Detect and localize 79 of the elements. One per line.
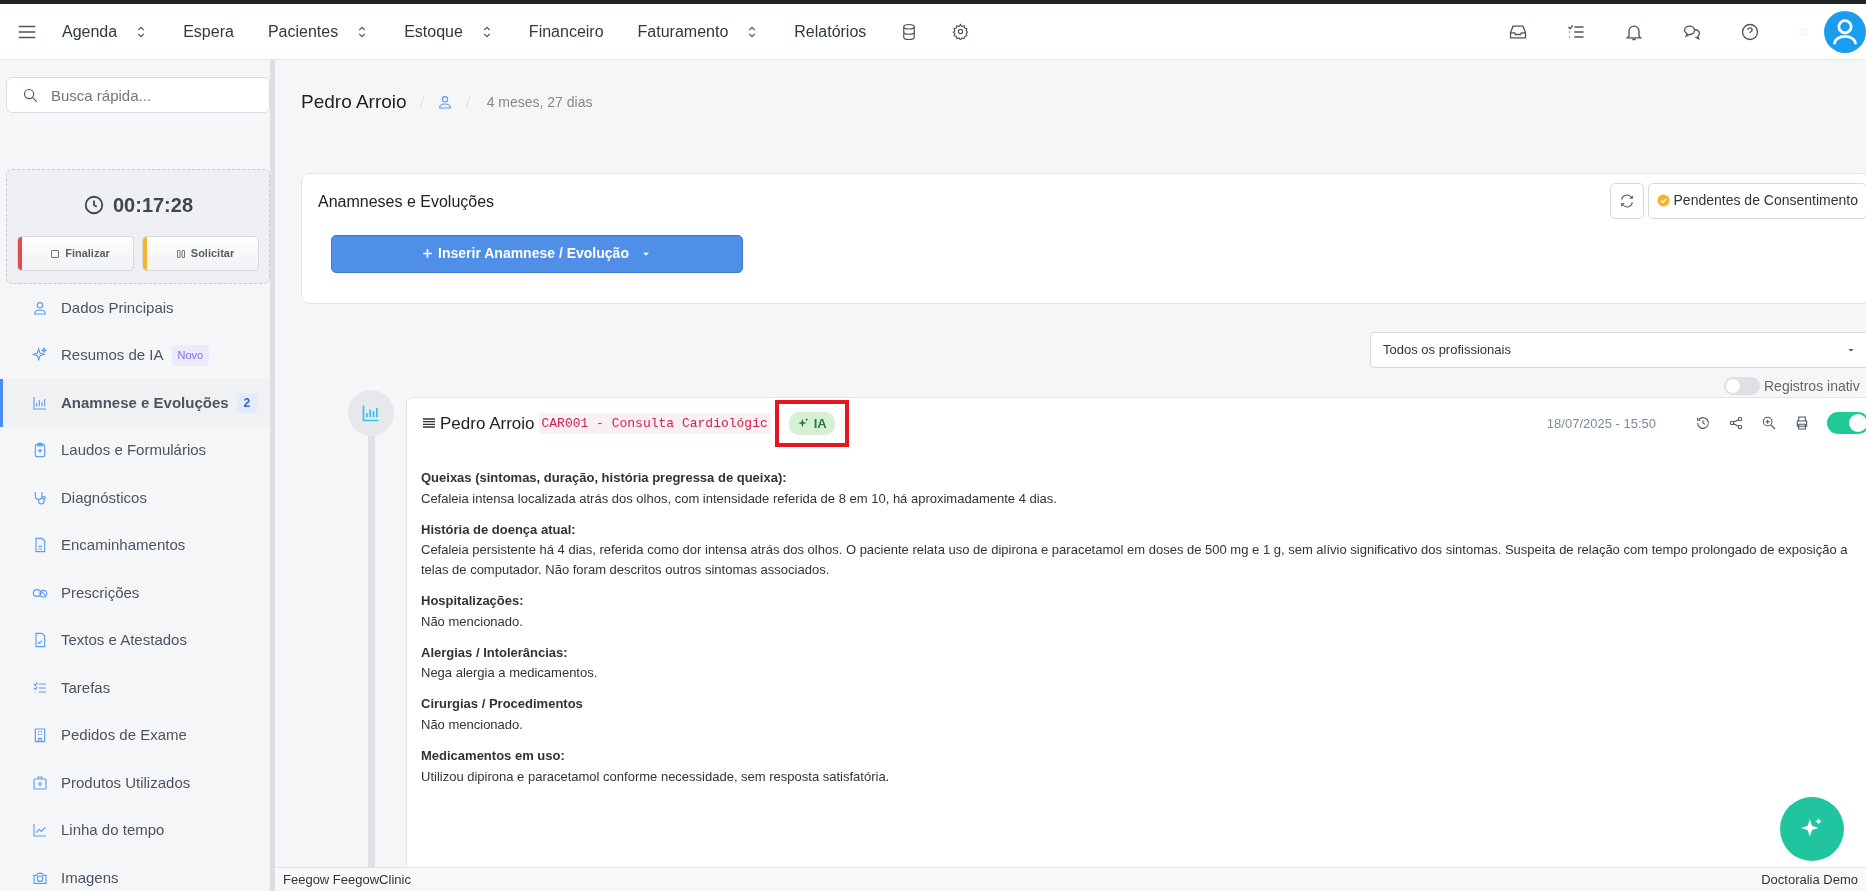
zoom-in-icon[interactable] (1761, 415, 1777, 432)
sidebar-item[interactable]: Laudos e Formulários (0, 426, 270, 474)
patient-age: 4 meses, 27 dias (486, 92, 593, 112)
help-icon[interactable] (1740, 21, 1760, 42)
footer-text: Doctoralia Demo (1761, 870, 1858, 889)
sidebar-item[interactable]: Tarefas (0, 664, 270, 712)
nav-link[interactable]: Agenda (62, 19, 150, 44)
document-icon (32, 632, 48, 649)
share-icon[interactable] (1728, 415, 1744, 432)
print-icon[interactable] (1794, 415, 1810, 432)
search-field[interactable]: Busca rápida... (6, 77, 270, 113)
nav-link[interactable]: Espera (183, 19, 234, 44)
bar-chart-icon (32, 394, 48, 411)
person-icon (32, 299, 48, 316)
timer-button[interactable]: Finalizar (17, 236, 134, 271)
sidebar-item[interactable]: Prescrições (0, 569, 270, 617)
sidebar-item[interactable]: Dados Principais (0, 284, 270, 332)
toggle-switch[interactable] (1724, 377, 1760, 395)
professional-select[interactable]: Todos os profissionais (1370, 331, 1866, 368)
nav-link[interactable]: Pacientes (267, 19, 371, 44)
medkit-icon (32, 774, 48, 791)
document-icon (32, 537, 48, 554)
timer-text: 00:17:28 (112, 193, 194, 218)
section-heading: Hospitalizações: (421, 593, 525, 609)
person-icon[interactable] (436, 94, 453, 111)
section-text: Cefaleia intensa localizada atrás dos olhos, com intensidade referida de 8 em 10, há aproximadamente 4 dias. (421, 489, 1058, 508)
line-chart-icon (32, 822, 48, 839)
section-heading: História de doença atual: (421, 521, 577, 538)
section-heading: Medicamentos em uso: (421, 747, 566, 764)
settings-icon[interactable] (952, 23, 970, 40)
clipboard-icon (32, 442, 48, 459)
sparkle-icon (32, 347, 48, 364)
sidebar-item[interactable]: Diagnósticos (0, 474, 270, 522)
square-icon (49, 247, 62, 260)
section-heading: Queixas (sintomas, duração, história pregressa de queixa): (421, 470, 788, 486)
sidebar-item[interactable]: Imagens (0, 854, 270, 891)
nav-link[interactable]: Estoque (404, 19, 495, 44)
count-badge: 2 (236, 392, 258, 413)
sidebar-item[interactable]: Encaminhamentos (0, 521, 270, 569)
timer-button[interactable]: Solicitar (142, 236, 259, 271)
nav-link[interactable]: Financeiro (528, 19, 604, 44)
section-text: Cefaleia persistente há 4 dias, referida como dor intensa atrás dos olhos. O paciente relata uso de dipirona e paracetamol em doses de 500 mg e 1 g, sem alívio significativo dos sintomas. Suspeita de relação com tempo prolongado de exposição a telas de computador. Não foram descritos outros sintomas associados. (421, 541, 1849, 580)
sidebar-item[interactable]: Anamnese e Evoluções 2 (0, 379, 270, 427)
search-icon (22, 87, 39, 104)
sidebar-item[interactable]: Pedidos de Exame (0, 711, 270, 759)
refresh-button[interactable] (1609, 182, 1644, 219)
sidebar-item[interactable]: Textos e Atestados (0, 616, 270, 664)
patient-name: Pedro Arroio (301, 90, 407, 114)
sidebar-item[interactable]: Resumos de IA Novo (0, 331, 270, 379)
section-text: Não mencionado. (421, 715, 524, 734)
avatar-icon[interactable] (1824, 10, 1866, 53)
section-text: Nega alergia a medicamentos. (421, 664, 599, 683)
plus-icon (421, 247, 435, 260)
procedure-code: CAR001 - Consulta Cardiológic (538, 412, 771, 434)
clock-icon (82, 194, 105, 216)
nav-link[interactable]: Relatórios (794, 19, 867, 44)
refresh-icon (1618, 193, 1635, 210)
building-icon (32, 727, 48, 744)
ai-badge: IA (788, 411, 835, 435)
section-heading: Cirurgias / Procedimentos (421, 696, 584, 712)
check-icon (1656, 194, 1670, 207)
section-text: Utilizou dipirona e paracetamol conforme necessidade, sem resposta satisfatória. (421, 767, 891, 786)
section-heading: Alergias / Intolerâncias: (421, 644, 569, 661)
toggle-switch[interactable] (1827, 412, 1866, 435)
pause-icon (174, 247, 187, 260)
toggle-label: Registros inativ (1764, 376, 1860, 396)
sidebar-item[interactable]: Linha do tempo (0, 806, 270, 854)
nav-link[interactable]: Faturamento (637, 19, 761, 44)
panel-title: Anamneses e Evoluções (318, 191, 495, 212)
history-icon[interactable] (1695, 415, 1711, 432)
consent-button[interactable]: Pendentes de Consentimento (1647, 182, 1866, 219)
sparkle-icon (796, 416, 810, 430)
new-tag: Novo (171, 345, 210, 366)
sidebar-item[interactable]: Produtos Utilizados (0, 759, 270, 807)
record-author: Pedro Arroio (440, 412, 535, 435)
footer-text: Feegow FeegowClinic (283, 870, 411, 889)
stethoscope-icon (32, 489, 48, 506)
section-text: Não mencionado. (421, 612, 524, 631)
record-date: 18/07/2025 - 15:50 (1546, 414, 1656, 433)
